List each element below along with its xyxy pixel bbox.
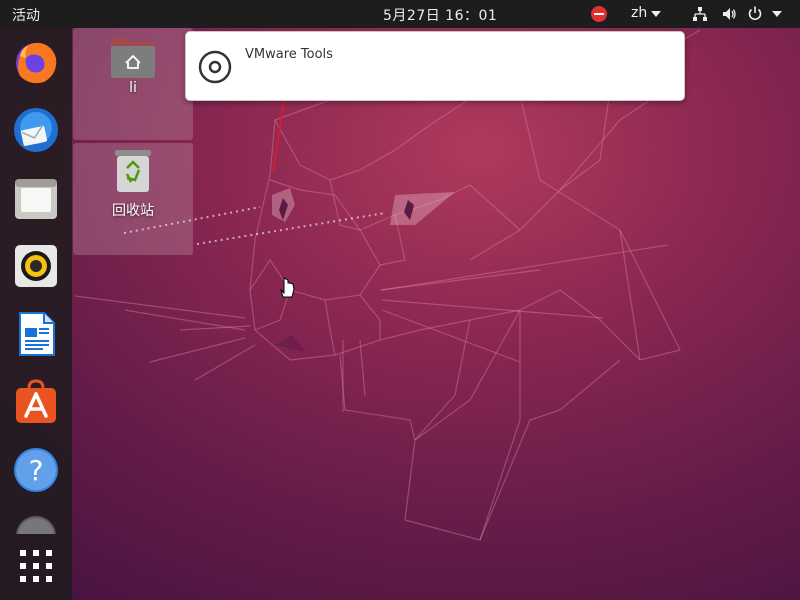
- disc-icon[interactable]: [12, 514, 60, 534]
- volume-icon[interactable]: [721, 6, 737, 22]
- chevron-down-icon: [772, 11, 782, 17]
- desktop-icon-trash[interactable]: 回收站: [73, 143, 193, 255]
- disc-icon: [198, 50, 232, 84]
- do-not-disturb-icon[interactable]: [591, 6, 607, 22]
- language-indicator[interactable]: zh: [631, 5, 647, 21]
- rhythmbox-icon[interactable]: [12, 242, 60, 290]
- trash-label: 回收站: [112, 203, 154, 219]
- dock: ?: [0, 28, 72, 600]
- chevron-down-icon: [651, 11, 661, 17]
- network-icon[interactable]: [692, 6, 708, 22]
- notification-banner[interactable]: VMware Tools: [185, 31, 685, 101]
- clock[interactable]: 5月27日 16：01: [383, 5, 497, 25]
- writer-icon[interactable]: [12, 310, 60, 358]
- top-bar: 活动 5月27日 16：01 zh: [0, 0, 800, 28]
- software-icon[interactable]: [12, 378, 60, 426]
- files-icon[interactable]: [12, 174, 60, 222]
- desktop-icon-home[interactable]: li: [73, 28, 193, 140]
- notification-title: VMware Tools: [245, 47, 333, 62]
- thunderbird-icon[interactable]: [12, 106, 60, 154]
- svg-text:?: ?: [29, 454, 44, 487]
- power-icon[interactable]: [747, 5, 763, 21]
- firefox-icon[interactable]: [12, 38, 60, 86]
- home-folder-icon: [111, 38, 155, 78]
- help-icon[interactable]: ?: [12, 446, 60, 494]
- activities-button[interactable]: 活动: [12, 5, 40, 25]
- app-grid-icon[interactable]: [18, 548, 54, 584]
- trash-icon: [115, 150, 151, 192]
- home-folder-label: li: [129, 80, 137, 96]
